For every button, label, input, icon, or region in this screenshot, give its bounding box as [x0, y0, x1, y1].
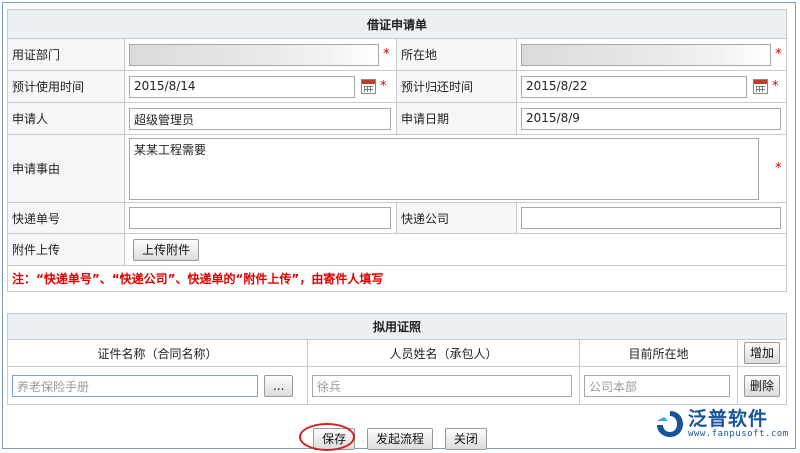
- certificate-table: 拟用证照 证件名称（合同名称） 人员姓名（承包人） 目前所在地 增加 养老保险手…: [6, 313, 788, 405]
- apply-date-input[interactable]: 2015/8/9: [521, 107, 781, 130]
- start-date-input[interactable]: 2015/8/14: [129, 75, 355, 98]
- browse-button[interactable]: ...: [264, 374, 294, 397]
- form-note: 注：“快递单号”、“快递公司”、快递单的“附件上传”，由寄件人填写: [6, 265, 788, 292]
- person-input[interactable]: 徐兵: [312, 374, 572, 397]
- table-row: 养老保险手册... 徐兵 公司本部 删除: [7, 366, 788, 405]
- dept-input[interactable]: [129, 43, 379, 66]
- location-input[interactable]: [521, 43, 771, 66]
- courier-input[interactable]: [521, 207, 781, 229]
- return-date-label: 预计归还时间: [396, 70, 517, 103]
- cert-name-input[interactable]: 养老保险手册: [12, 374, 258, 397]
- tracking-label: 快递单号: [7, 202, 125, 234]
- save-wrapper: 保存: [299, 423, 359, 451]
- required-mark: *: [775, 47, 782, 62]
- cert-location-input[interactable]: 公司本部: [584, 374, 730, 397]
- applicant-input[interactable]: 超级管理员: [129, 107, 391, 130]
- location-label: 所在地: [396, 38, 517, 71]
- start-date-label: 预计使用时间: [7, 70, 125, 103]
- highlight-ring: [299, 423, 356, 451]
- calendar-icon[interactable]: [361, 79, 376, 94]
- column-header: 证件名称（合同名称）: [7, 339, 308, 367]
- close-button[interactable]: 关闭: [444, 428, 487, 450]
- required-mark: *: [775, 161, 782, 176]
- required-mark: *: [383, 47, 390, 62]
- apply-date-label: 申请日期: [396, 102, 517, 135]
- brand-name: 泛普软件: [688, 408, 769, 430]
- required-mark: *: [380, 79, 387, 94]
- attachment-label: 附件上传: [7, 233, 125, 266]
- dept-label: 用证部门: [7, 38, 125, 71]
- return-date-input[interactable]: 2015/8/22: [521, 75, 747, 98]
- tracking-input[interactable]: [129, 207, 391, 229]
- required-mark: *: [772, 79, 779, 94]
- upload-attachment-button[interactable]: 上传附件: [133, 238, 200, 261]
- column-header: 人员姓名（承包人）: [307, 339, 580, 367]
- delete-row-button[interactable]: 删除: [744, 374, 781, 397]
- calendar-icon[interactable]: [753, 79, 768, 94]
- courier-label: 快递公司: [396, 202, 517, 234]
- applicant-label: 申请人: [7, 102, 125, 135]
- add-row-button[interactable]: 增加: [744, 342, 781, 364]
- form-title: 借证申请单: [6, 9, 788, 39]
- loan-request-form: 借证申请单 用证部门 * 所在地 * 预计使用时间 2015/8/14 * 预计归…: [6, 9, 788, 292]
- start-flow-button[interactable]: 发起流程: [366, 428, 433, 450]
- action-bar: 保存 发起流程 关闭: [0, 423, 800, 451]
- reason-textarea[interactable]: 某某工程需要: [129, 137, 759, 200]
- reason-label: 申请事由: [7, 134, 125, 203]
- certs-title: 拟用证照: [6, 313, 788, 340]
- column-header: 目前所在地: [579, 339, 738, 367]
